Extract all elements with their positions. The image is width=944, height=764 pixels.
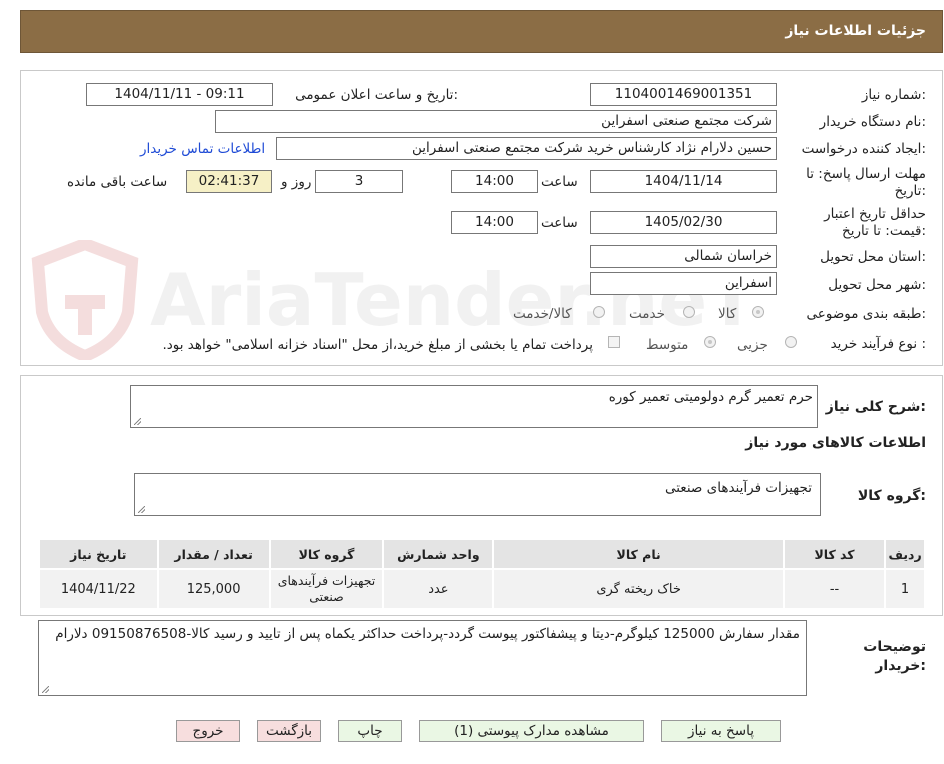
- process-radio-medium[interactable]: [704, 336, 716, 348]
- cell-qty: 125,000: [156, 568, 271, 610]
- remaining-time-field: 02:41:37: [186, 170, 272, 193]
- reply-button[interactable]: پاسخ به نیاز: [661, 720, 781, 742]
- category-radio-service[interactable]: [683, 306, 695, 318]
- city-label: شهر محل تحویل:: [828, 277, 926, 293]
- col-name-header: نام کالا: [492, 538, 785, 570]
- category-radio-goods[interactable]: [752, 306, 764, 318]
- treasury-payment-note: پرداخت تمام یا بخشی از مبلغ خرید،از محل …: [162, 337, 593, 353]
- buyer-org-label: نام دستگاه خریدار:: [819, 114, 926, 130]
- province-field: خراسان شمالی: [590, 245, 777, 268]
- deadline-date-field: 1404/11/14: [590, 170, 777, 193]
- deadline-label: مهلت ارسال پاسخ: تا: [806, 166, 926, 182]
- cell-date: 1404/11/22: [38, 568, 159, 610]
- buyer-notes-field[interactable]: مقدار سفارش 125000 کیلوگرم-دیتا و پیشفاک…: [38, 620, 807, 696]
- cell-row: 1: [884, 568, 926, 610]
- goods-group-label: گروه کالا:: [857, 488, 926, 504]
- validity-time-field: 14:00: [451, 211, 538, 234]
- deadline-label-2: تاریخ:: [894, 183, 926, 199]
- announce-field: 1404/11/11 - 09:11: [86, 83, 273, 106]
- col-code-header: کد کالا: [782, 538, 887, 570]
- process-label: نوع فرآیند خرید :: [830, 336, 926, 352]
- cell-code: --: [782, 568, 887, 610]
- attachments-button[interactable]: مشاهده مدارک پیوستی (1): [419, 720, 644, 742]
- buyer-org-field: شرکت مجتمع صنعتی اسفراین: [215, 110, 777, 133]
- buyer-notes-text: مقدار سفارش 125000 کیلوگرم-دیتا و پیشفاک…: [55, 626, 800, 642]
- col-qty-header: تعداد / مقدار: [156, 538, 271, 570]
- need-number-label: شماره نیاز:: [861, 87, 926, 103]
- print-button[interactable]: چاپ: [338, 720, 402, 742]
- general-description-label: شرح کلی نیاز:: [825, 399, 926, 415]
- validity-date-field: 1405/02/30: [590, 211, 777, 234]
- process-option-medium: متوسط: [646, 337, 689, 353]
- col-group-header: گروه کالا: [268, 538, 385, 570]
- validity-label-2: قیمت: تا تاریخ:: [841, 223, 926, 239]
- contact-buyer-link[interactable]: اطلاعات تماس خریدار: [140, 141, 265, 157]
- province-label: استان محل تحویل:: [820, 249, 926, 265]
- goods-group-field[interactable]: تجهیزات فرآیندهای صنعتی: [134, 473, 821, 516]
- deadline-time-label: ساعت: [541, 174, 578, 190]
- back-button[interactable]: بازگشت: [257, 720, 321, 742]
- need-number-field: 1104001469001351: [590, 83, 777, 106]
- general-description-text: حرم تعمیر گرم دولومیتی تعمیر کوره: [608, 389, 813, 405]
- category-radio-goods-service[interactable]: [593, 306, 605, 318]
- process-radio-minor[interactable]: [785, 336, 797, 348]
- category-option-service: خدمت: [629, 306, 665, 322]
- cell-unit: عدد: [382, 568, 495, 610]
- col-unit-header: واحد شمارش: [382, 538, 495, 570]
- watermark-text: AriaTender.neT: [150, 258, 757, 342]
- page-title: جزئیات اطلاعات نیاز: [785, 23, 926, 39]
- validity-label: حداقل تاریخ اعتبار: [824, 206, 926, 222]
- page-header: جزئیات اطلاعات نیاز: [20, 10, 943, 53]
- table-row: 1 -- خاک ریخته گری عدد تجهیزات فرآیندهای…: [38, 568, 926, 610]
- validity-time-label: ساعت: [541, 215, 578, 231]
- cell-group: تجهیزات فرآیندهای صنعتی: [268, 568, 385, 610]
- remaining-label: ساعت باقی مانده: [67, 174, 168, 190]
- days-label: روز و: [281, 174, 312, 190]
- category-option-goods: کالا: [718, 306, 737, 322]
- cell-name: خاک ریخته گری: [492, 568, 785, 610]
- category-label: طبقه بندی موضوعی:: [806, 306, 926, 322]
- exit-button[interactable]: خروج: [176, 720, 240, 742]
- table-header-row: ردیف کد کالا نام کالا واحد شمارش گروه کا…: [38, 538, 926, 570]
- goods-group-text: تجهیزات فرآیندهای صنعتی: [664, 480, 812, 496]
- col-row-header: ردیف: [884, 538, 926, 570]
- deadline-time-field: 14:00: [451, 170, 538, 193]
- col-date-header: تاریخ نیاز: [38, 538, 159, 570]
- goods-info-title: اطلاعات کالاهای مورد نیاز: [745, 435, 926, 451]
- city-field: اسفراین: [590, 272, 777, 295]
- requester-label: ایجاد کننده درخواست:: [801, 141, 926, 157]
- treasury-payment-checkbox[interactable]: [608, 336, 620, 348]
- resize-grip-icon: [138, 506, 145, 513]
- resize-grip-icon: [134, 418, 141, 425]
- announce-label: تاریخ و ساعت اعلان عمومی:: [295, 87, 458, 103]
- buyer-notes-label: توضیحات: [863, 639, 926, 655]
- general-description-field[interactable]: حرم تعمیر گرم دولومیتی تعمیر کوره: [130, 385, 818, 428]
- buyer-notes-label-2: خریدار:: [875, 658, 926, 674]
- days-field: 3: [315, 170, 403, 193]
- goods-table: ردیف کد کالا نام کالا واحد شمارش گروه کا…: [38, 538, 926, 610]
- requester-field: حسین دلارام نژاد کارشناس خرید شرکت مجتمع…: [276, 137, 777, 160]
- resize-grip-icon: [42, 686, 49, 693]
- process-option-minor: جزیی: [737, 337, 768, 353]
- category-option-goods-service: کالا/خدمت: [513, 306, 572, 322]
- watermark-shield-icon: [31, 240, 139, 360]
